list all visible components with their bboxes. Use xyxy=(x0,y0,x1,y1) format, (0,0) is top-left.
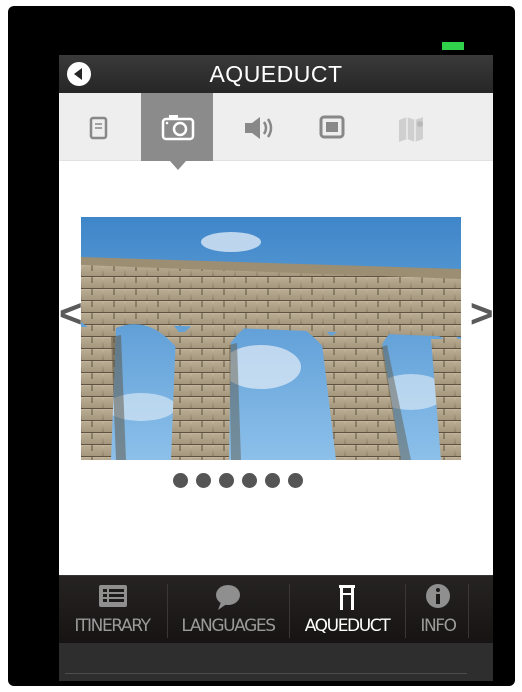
nav-label-itinerary: ITINERARY xyxy=(74,616,151,636)
camera-icon xyxy=(161,115,195,141)
nav-label-aqueduct: AQUEDUCT xyxy=(304,616,391,636)
active-tab-pointer xyxy=(170,161,186,170)
pagination-dot[interactable] xyxy=(242,473,257,488)
nav-item-itinerary[interactable]: ITINERARY xyxy=(59,576,165,644)
speaker-icon xyxy=(245,117,273,139)
nav-label-info: INFO xyxy=(420,616,457,636)
nav-label-languages: LANGUAGES xyxy=(181,616,276,636)
page-title: AQUEDUCT xyxy=(209,61,343,87)
media-tabs xyxy=(59,93,493,170)
bottom-navigation: ITINERARY LANGUAGES AQUEDUCT INFO xyxy=(59,575,493,643)
nav-item-info[interactable]: INFO xyxy=(407,576,469,644)
footer-divider xyxy=(65,673,467,674)
nav-divider xyxy=(289,584,290,638)
aqueduct-photo-image xyxy=(81,217,461,460)
tab-audio[interactable] xyxy=(225,93,297,161)
list-icon xyxy=(99,585,127,607)
previous-photo-button[interactable]: < xyxy=(59,294,82,334)
nav-item-languages[interactable]: LANGUAGES xyxy=(169,576,287,644)
nav-divider xyxy=(167,584,168,638)
info-icon xyxy=(426,584,450,608)
pagination-dot[interactable] xyxy=(288,473,303,488)
tab-map[interactable] xyxy=(379,93,451,161)
document-icon xyxy=(89,116,108,140)
tab-photos[interactable] xyxy=(141,93,213,170)
tab-video[interactable] xyxy=(297,93,369,161)
aqueduct-icon xyxy=(339,585,355,610)
speech-bubble-icon xyxy=(216,585,240,610)
battery-indicator xyxy=(442,42,464,50)
pagination-dot[interactable] xyxy=(265,473,280,488)
nav-divider xyxy=(405,584,406,638)
footer-bar xyxy=(59,643,493,681)
next-photo-button[interactable]: > xyxy=(470,294,493,334)
nav-item-aqueduct[interactable]: AQUEDUCT xyxy=(291,576,403,644)
device-frame: AQUEDUCT < > ITINERARY LANGUAGES AQUEDUC… xyxy=(8,6,515,686)
title-bar: AQUEDUCT xyxy=(59,55,493,93)
pagination-dot[interactable] xyxy=(173,473,188,488)
photo-pagination-dots xyxy=(173,473,311,489)
aqueduct-photo[interactable] xyxy=(81,217,461,460)
map-icon xyxy=(399,117,423,142)
pagination-dot[interactable] xyxy=(196,473,211,488)
nav-divider xyxy=(468,584,469,638)
video-icon xyxy=(319,115,345,139)
pagination-dot[interactable] xyxy=(219,473,234,488)
tab-text[interactable] xyxy=(63,93,135,161)
app-screen: AQUEDUCT < > ITINERARY LANGUAGES AQUEDUC… xyxy=(59,55,493,681)
